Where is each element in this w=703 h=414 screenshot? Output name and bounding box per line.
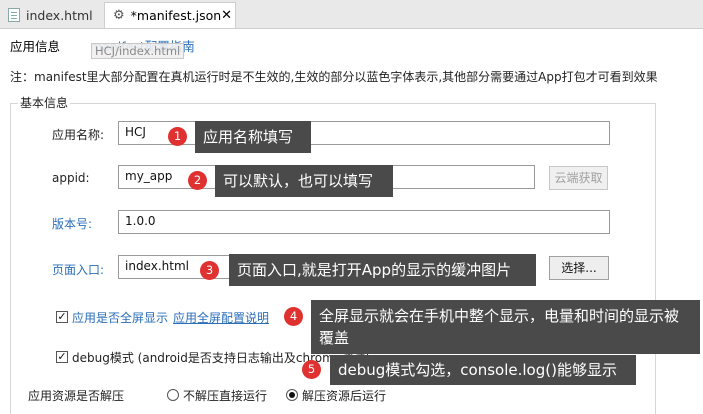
- annotation-badge-1: 1: [168, 127, 187, 146]
- tab-label: index.html: [26, 7, 93, 23]
- unzip-option-extract-label: 解压资源后运行: [302, 389, 387, 403]
- annotation-tip-2: 可以默认，也可以填写: [215, 165, 393, 197]
- cloud-fetch-button[interactable]: 云端获取: [549, 166, 608, 190]
- unzip-option-direct[interactable]: [167, 389, 179, 401]
- annotation-tip-3: 页面入口,就是打开App的显示的缓冲图片: [229, 254, 536, 286]
- editor-tab-bar: index.html ⚙ *manifest.json ✕: [0, 0, 703, 29]
- version-label: 版本号:: [52, 217, 93, 231]
- close-icon[interactable]: ✕: [221, 8, 232, 23]
- choose-button[interactable]: 选择...: [549, 256, 609, 280]
- annotation-tip-1: 应用名称填写: [195, 121, 311, 153]
- appid-label: appid:: [52, 171, 90, 185]
- annotation-badge-5: 5: [302, 360, 321, 379]
- section-title: 基本信息: [18, 94, 71, 111]
- tab-index-html[interactable]: index.html: [0, 2, 104, 28]
- manifest-note: 注：manifest里大部分配置在真机运行时是不生效的,生效的部分以蓝色字体表示…: [10, 70, 658, 84]
- entry-label: 页面入口:: [52, 263, 105, 277]
- unzip-option-direct-label: 不解压直接运行: [183, 389, 268, 403]
- app-name-label: 应用名称:: [52, 128, 105, 142]
- tab-app-info[interactable]: 应用信息: [10, 36, 60, 55]
- tab-label: *manifest.json: [130, 8, 222, 23]
- annotation-badge-2: 2: [188, 171, 207, 190]
- annotation-tip-5: debug模式勾选，console.log()能够显示: [330, 355, 636, 385]
- annotation-badge-3: 3: [200, 261, 219, 280]
- version-field[interactable]: 1.0.0: [118, 210, 610, 234]
- debug-checkbox[interactable]: ✓: [56, 351, 68, 363]
- fullscreen-help-link[interactable]: 应用全屏配置说明: [173, 309, 269, 326]
- gear-icon: ⚙: [113, 8, 125, 23]
- unzip-label: 应用资源是否解压: [28, 389, 125, 403]
- fullscreen-checkbox[interactable]: ✓: [56, 311, 68, 323]
- annotation-tip-4: 全屏显示就会在手机中整个显示，电量和时间的显示被覆盖: [311, 300, 700, 354]
- app-name-field[interactable]: HCJ: [118, 121, 610, 145]
- fullscreen-label: 应用是否全屏显示: [72, 311, 169, 325]
- html-file-icon: [8, 8, 20, 22]
- unzip-option-extract[interactable]: [286, 389, 298, 401]
- annotation-badge-4: 4: [284, 307, 303, 326]
- drag-tooltip: HCJ/index.html: [91, 43, 185, 59]
- tab-manifest-json[interactable]: ⚙ *manifest.json ✕: [104, 2, 236, 28]
